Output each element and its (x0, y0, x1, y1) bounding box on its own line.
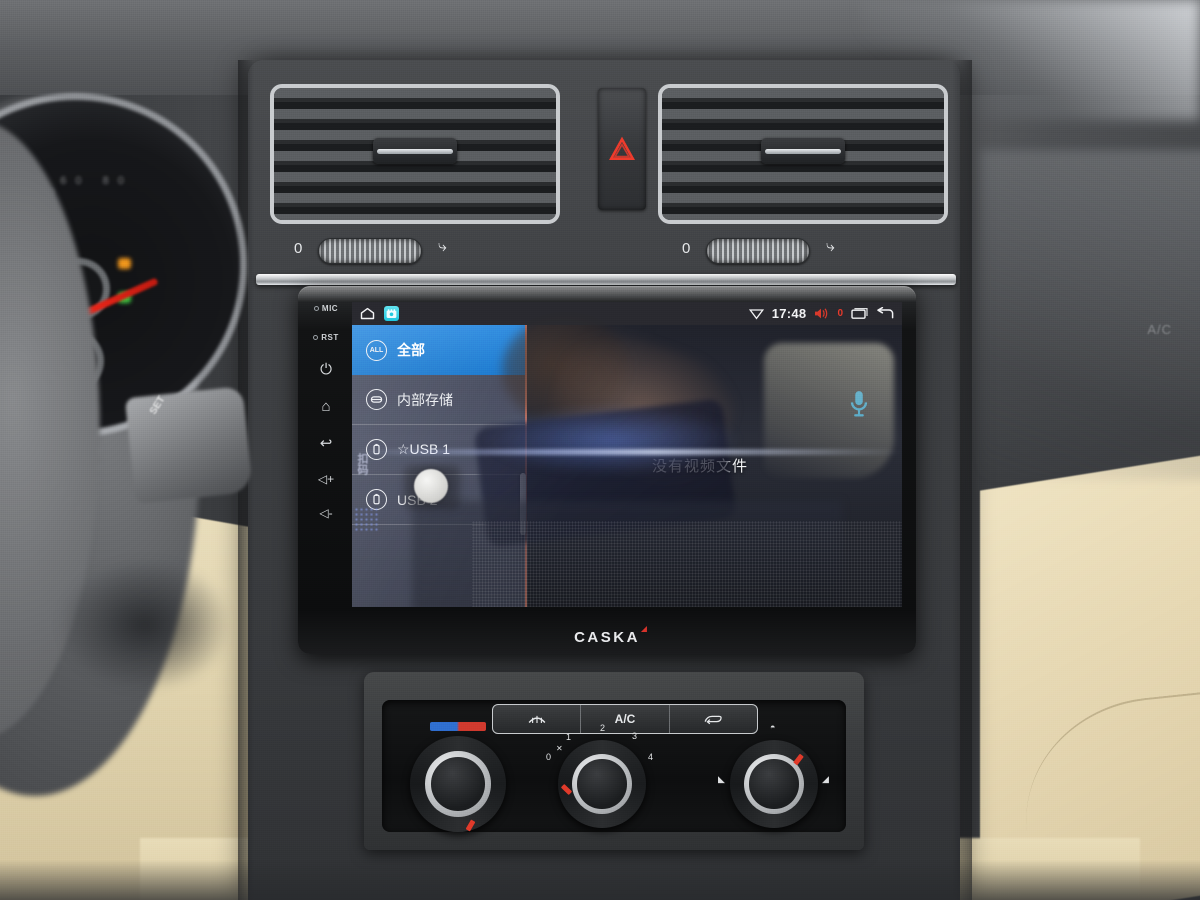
bottom-vignette (0, 860, 1200, 900)
photo-grain (0, 0, 1200, 900)
dashboard-scene: A/C 0 ⤷ 0 ⤷ MIC RST ⏻ ⌂ ↩ ◁+ ◁- 没有视频文件 A… (0, 0, 1200, 900)
